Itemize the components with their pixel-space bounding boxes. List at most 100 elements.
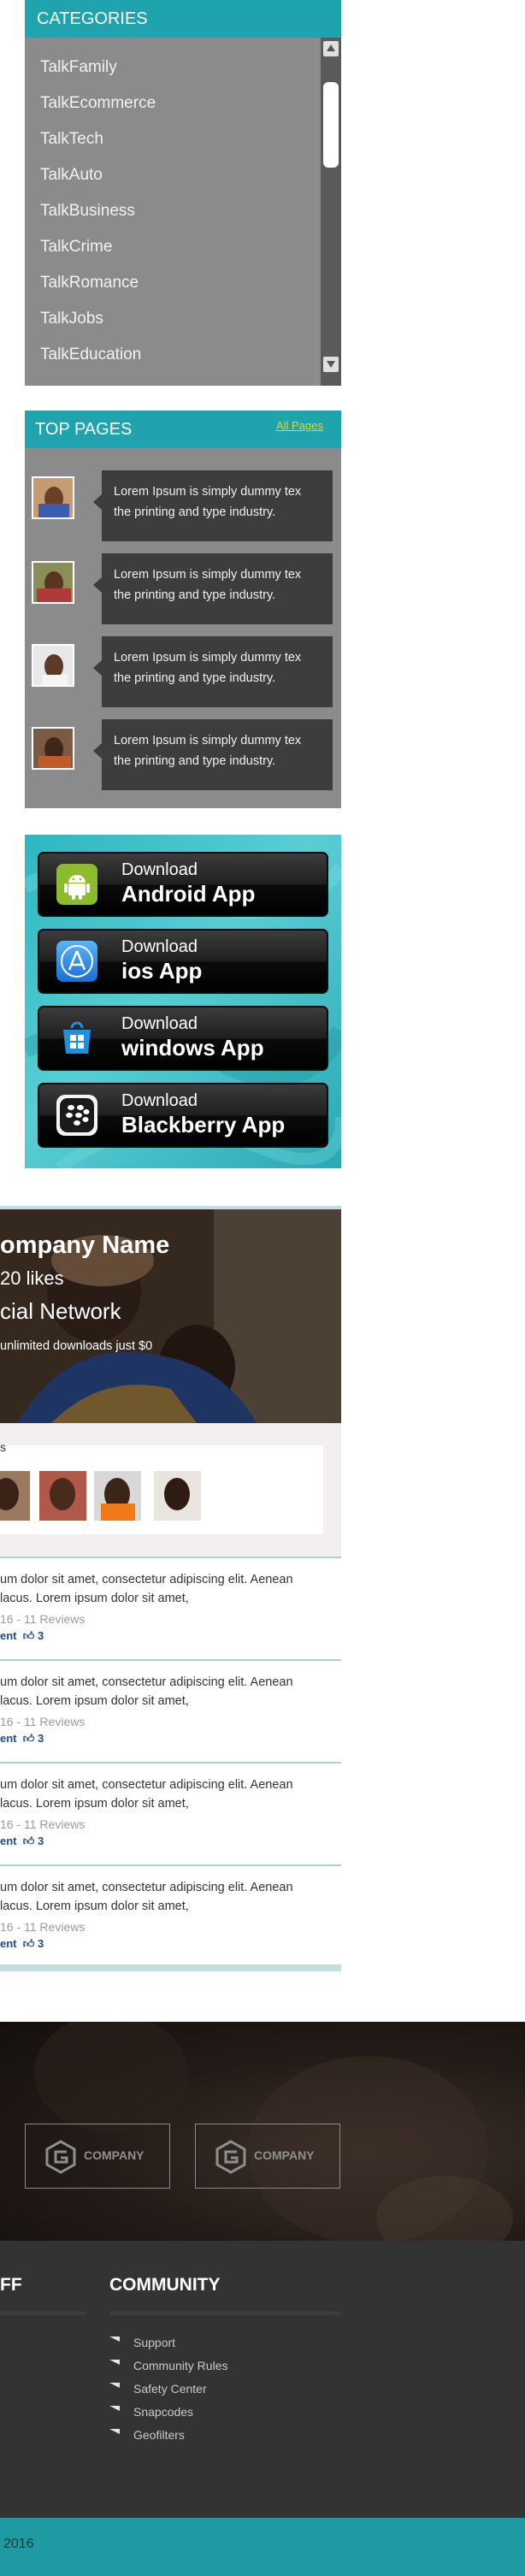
category-item-talkjobs[interactable]: TalkJobs — [40, 301, 297, 337]
top-page-text-line2: the printing and type industry. — [114, 754, 276, 768]
download-label: Download — [121, 860, 198, 879]
thumbs-up-icon[interactable]: 👍︎ — [23, 1937, 35, 1950]
top-pages-panel: TOP PAGES All Pages Lorem Ipsum is simpl… — [25, 411, 341, 808]
thumbs-up-icon[interactable]: 👍︎ — [23, 1835, 35, 1847]
footer — [0, 2241, 525, 2518]
review-line1: um dolor sit amet, consectetur adipiscin… — [0, 1573, 293, 1586]
company-hero-image: ompany Name 20 likes cial Network unlimi… — [0, 1209, 341, 1423]
windows-store-icon — [56, 1018, 97, 1059]
page-avatar[interactable] — [32, 561, 74, 604]
copyright-text: 2016 — [3, 2537, 34, 2551]
top-page-item[interactable]: Lorem Ipsum is simply dummy tex the prin… — [93, 636, 333, 707]
app-name: windows App — [121, 1035, 264, 1061]
category-item-talkcrime[interactable]: TalkCrime — [40, 229, 297, 265]
top-page-text-line1: Lorem Ipsum is simply dummy tex — [114, 568, 302, 582]
app-name: Blackberry App — [121, 1112, 286, 1137]
review-line1: um dolor sit amet, consectetur adipiscin… — [0, 1778, 293, 1792]
comment-label[interactable]: ent — [0, 1629, 17, 1642]
footer-link-safety-center[interactable]: Safety Center — [133, 2382, 207, 2396]
download-android-app-button[interactable]: Download Android App — [38, 852, 328, 917]
download-label: Download — [121, 1091, 198, 1110]
category-item-talkecommerce[interactable]: TalkEcommerce — [40, 86, 297, 121]
download-label: Download — [121, 1014, 198, 1033]
footer-link-community-rules[interactable]: Community Rules — [133, 2359, 227, 2372]
review-meta: 16 - 11 Reviews — [0, 1920, 86, 1934]
app-downloads-panel: Download Android App Download ios App Do… — [25, 835, 341, 1168]
like-count: 3 — [37, 1937, 44, 1950]
scrollbar-thumb[interactable] — [323, 82, 339, 168]
company-logo-icon — [45, 2140, 76, 2174]
top-page-text-line1: Lorem Ipsum is simply dummy tex — [114, 734, 302, 747]
footer-link-snapcodes[interactable]: Snapcodes — [133, 2405, 193, 2419]
blackberry-icon — [56, 1095, 97, 1136]
review-meta: 16 - 11 Reviews — [0, 1715, 86, 1728]
top-page-text-line2: the printing and type industry. — [114, 671, 276, 685]
review-text: um dolor sit amet, consectetur adipiscin… — [0, 1878, 341, 1916]
top-page-item[interactable]: Lorem Ipsum is simply dummy tex the prin… — [93, 719, 333, 790]
footer-link-support[interactable]: Support — [133, 2336, 175, 2349]
member-thumbnail[interactable] — [39, 1471, 86, 1521]
page-avatar[interactable] — [32, 476, 74, 519]
review-line1: um dolor sit amet, consectetur adipiscin… — [0, 1881, 293, 1894]
review-divider — [0, 1659, 341, 1661]
scroll-down-arrow-icon[interactable] — [323, 357, 339, 372]
page-avatar[interactable] — [32, 644, 74, 687]
review-line1: um dolor sit amet, consectetur adipiscin… — [0, 1675, 293, 1689]
partner-name: COMPANY — [84, 2148, 145, 2162]
download-windows-app-button[interactable]: Download windows App — [38, 1006, 328, 1071]
thumbs-up-icon[interactable]: 👍︎ — [23, 1732, 35, 1745]
community-heading: COMMUNITY — [109, 2275, 221, 2295]
review-divider — [0, 1557, 341, 1558]
category-item-talkbusiness[interactable]: TalkBusiness — [40, 193, 297, 229]
all-pages-link[interactable]: All Pages — [276, 419, 323, 432]
scroll-up-arrow-icon[interactable] — [323, 41, 339, 56]
review-comment-link[interactable]: ent 👍︎ 3 — [0, 1732, 44, 1746]
bullet-arrow-icon — [109, 2360, 120, 2365]
top-page-item[interactable]: Lorem Ipsum is simply dummy tex the prin… — [93, 553, 333, 624]
review-comment-link[interactable]: ent 👍︎ 3 — [0, 1835, 44, 1848]
comment-label[interactable]: ent — [0, 1732, 17, 1745]
category-item-talkfamily[interactable]: TalkFamily — [40, 50, 297, 86]
download-blackberry-app-button[interactable]: Download Blackberry App — [38, 1083, 328, 1148]
company-likes: 20 likes — [0, 1267, 64, 1289]
categories-panel: CATEGORIES TalkFamily TalkEcommerce Talk… — [25, 0, 341, 386]
thumbs-up-icon[interactable]: 👍︎ — [23, 1629, 35, 1642]
download-label: Download — [121, 937, 198, 956]
review-text: um dolor sit amet, consectetur adipiscin… — [0, 1673, 341, 1710]
top-page-text-line1: Lorem Ipsum is simply dummy tex — [114, 485, 302, 499]
top-page-item[interactable]: Lorem Ipsum is simply dummy tex the prin… — [93, 470, 333, 541]
partner-logo-box[interactable]: COMPANY — [25, 2124, 170, 2189]
review-line2: lacus. Lorem ipsum dolor sit amet, — [0, 1592, 189, 1605]
category-item-talktech[interactable]: TalkTech — [40, 121, 297, 157]
categories-scrollbar[interactable] — [321, 38, 341, 386]
like-count: 3 — [37, 1629, 44, 1642]
company-logo-icon — [215, 2140, 246, 2174]
footer-heading-left: FF — [0, 2275, 22, 2295]
comment-label[interactable]: ent — [0, 1937, 17, 1950]
category-item-talkeducation[interactable]: TalkEducation — [40, 337, 297, 373]
copyright-bar: 2016 — [0, 2518, 525, 2576]
partner-logo-box[interactable]: COMPANY — [195, 2124, 340, 2189]
review-comment-link[interactable]: ent 👍︎ 3 — [0, 1629, 44, 1643]
footer-heading-rule — [0, 2312, 86, 2315]
top-pages-title: TOP PAGES — [35, 420, 133, 439]
top-page-text-line1: Lorem Ipsum is simply dummy tex — [114, 651, 302, 665]
member-thumbnail[interactable] — [0, 1471, 30, 1521]
member-thumbnail[interactable] — [94, 1471, 141, 1521]
review-text: um dolor sit amet, consectetur adipiscin… — [0, 1570, 341, 1608]
review-comment-link[interactable]: ent 👍︎ 3 — [0, 1937, 44, 1951]
category-item-talkauto[interactable]: TalkAuto — [40, 157, 297, 193]
category-item-talkromance[interactable]: TalkRomance — [40, 265, 297, 301]
company-name: ompany Name — [0, 1232, 170, 1259]
member-thumbnail[interactable] — [154, 1471, 201, 1521]
bullet-arrow-icon — [109, 2337, 120, 2342]
download-ios-app-button[interactable]: Download ios App — [38, 929, 328, 994]
like-count: 3 — [37, 1835, 44, 1847]
app-name: ios App — [121, 958, 203, 984]
bullet-arrow-icon — [109, 2429, 120, 2434]
comment-label[interactable]: ent — [0, 1835, 17, 1847]
page-avatar[interactable] — [32, 727, 74, 770]
review-divider — [0, 1864, 341, 1866]
footer-link-geofilters[interactable]: Geofilters — [133, 2428, 185, 2442]
card-bottom-border — [0, 1964, 341, 1971]
